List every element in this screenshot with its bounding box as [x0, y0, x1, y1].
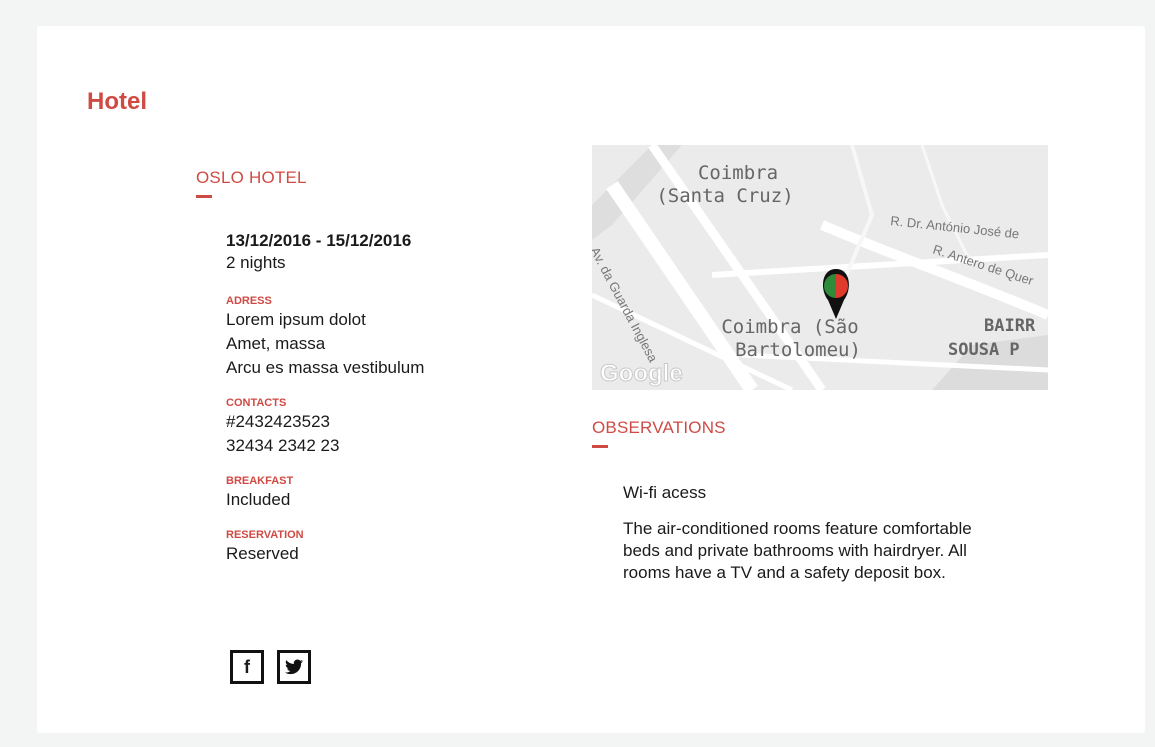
- map-label: Bartolomeu): [735, 339, 861, 361]
- address-line: Amet, massa: [226, 334, 326, 353]
- stay-nights: 2 nights: [226, 253, 286, 272]
- contacts-label: CONTACTS: [226, 397, 287, 409]
- title-underline: [592, 445, 608, 448]
- section-title: Hotel: [87, 88, 147, 115]
- observation-item: The air-conditioned rooms feature comfor…: [623, 519, 972, 582]
- contact-line: 32434 2342 23: [226, 436, 340, 455]
- observations-title-text: OBSERVATIONS: [592, 418, 726, 437]
- breakfast-label: BREAKFAST: [226, 475, 294, 487]
- contacts-value: #2432423523 32434 2342 23: [226, 410, 546, 458]
- twitter-icon: [285, 659, 303, 675]
- twitter-button[interactable]: [277, 650, 311, 684]
- map-label: Coimbra (São: [721, 316, 858, 338]
- map-label: (Santa Cruz): [656, 185, 793, 207]
- breakfast-value: Included: [226, 490, 291, 509]
- stay-dates: 13/12/2016 - 15/12/2016: [226, 231, 412, 250]
- hotel-details: 13/12/2016 - 15/12/2016 2 nights ADRESS …: [226, 230, 546, 582]
- address-label: ADRESS: [226, 295, 272, 307]
- observations-list: Wi-fi acess The air-conditioned rooms fe…: [623, 482, 1013, 598]
- facebook-icon: f: [244, 657, 250, 677]
- address-line: Arcu es massa vestibulum: [226, 358, 425, 377]
- observation-item: Wi-fi acess: [623, 483, 707, 502]
- address-line: Lorem ipsum dolot: [226, 310, 366, 329]
- reservation-label: RESERVATION: [226, 529, 304, 541]
- social-links: f: [230, 650, 311, 684]
- hotel-name: OSLO HOTEL: [196, 168, 307, 198]
- map-label: BAIRR: [984, 316, 1036, 336]
- map-label: Coimbra: [698, 162, 778, 184]
- contact-line: #2432423523: [226, 412, 331, 431]
- google-logo: Google: [600, 360, 683, 387]
- address-value: Lorem ipsum dolot Amet, massa Arcu es ma…: [226, 308, 546, 380]
- reservation-value: Reserved: [226, 544, 299, 563]
- hotel-name-text: OSLO HOTEL: [196, 168, 307, 187]
- observations-title: OBSERVATIONS: [592, 418, 726, 448]
- map-label: SOUSA P: [948, 340, 1020, 360]
- title-underline: [196, 195, 212, 198]
- location-map[interactable]: Coimbra (Santa Cruz) R. Dr. António José…: [592, 145, 1048, 390]
- map-canvas: Coimbra (Santa Cruz) R. Dr. António José…: [592, 145, 1048, 390]
- facebook-button[interactable]: f: [230, 650, 264, 684]
